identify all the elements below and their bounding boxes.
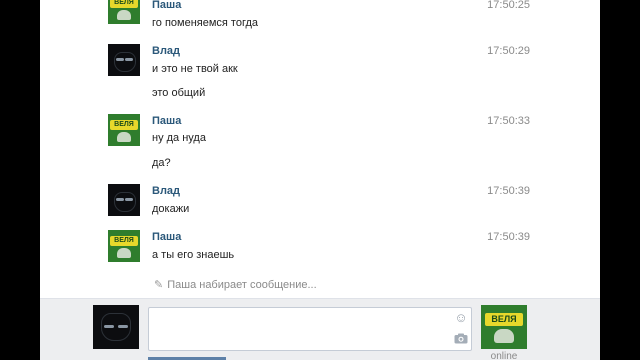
- message-input[interactable]: [148, 307, 472, 351]
- avatar-face: [494, 329, 514, 343]
- camera-glyph: [454, 333, 468, 344]
- pencil-icon: ✎: [154, 279, 164, 291]
- avatar-eye: [125, 198, 133, 201]
- typing-indicator: ✎ Паша набирает сообщение...: [154, 278, 317, 291]
- avatar-eye: [104, 325, 114, 328]
- avatar-logo: ВЕЛЯ: [485, 313, 523, 326]
- message-text: го поменяемся тогда: [152, 17, 259, 29]
- avatar-vlad[interactable]: [108, 44, 140, 76]
- message-author[interactable]: Влад: [152, 45, 180, 57]
- my-avatar[interactable]: [93, 305, 139, 349]
- message-list: ВЕЛЯ Паша 17:50:25 го поменяемся тогда В…: [40, 0, 600, 300]
- message-author[interactable]: Паша: [152, 115, 181, 127]
- message-text: это общий: [152, 87, 206, 99]
- message-text: и это не твой акк: [152, 63, 238, 75]
- message-text: докажи: [152, 203, 190, 215]
- message-time: 17:50:39: [487, 231, 530, 243]
- avatar-face: [117, 132, 131, 142]
- message-composer: ☺ ВЕЛЯ online: [40, 298, 600, 360]
- avatar-eye: [116, 58, 124, 61]
- avatar-logo: ВЕЛЯ: [110, 0, 138, 8]
- message-text: а ты его знаешь: [152, 249, 235, 261]
- avatar-pasha[interactable]: ВЕЛЯ: [108, 230, 140, 262]
- avatar-pasha[interactable]: ВЕЛЯ: [108, 0, 140, 24]
- avatar-logo: ВЕЛЯ: [110, 236, 138, 246]
- camera-icon[interactable]: [453, 333, 469, 347]
- online-status: online: [490, 351, 518, 360]
- message-time: 17:50:29: [487, 45, 530, 57]
- message-time: 17:50:33: [487, 115, 530, 127]
- avatar-face: [117, 10, 131, 20]
- message-time: 17:50:25: [487, 0, 530, 11]
- avatar-vlad[interactable]: [108, 184, 140, 216]
- friend-avatar[interactable]: ВЕЛЯ: [481, 305, 527, 349]
- message-author[interactable]: Паша: [152, 231, 181, 243]
- message-text: ну да нуда: [152, 132, 206, 144]
- avatar-visor: [114, 192, 136, 212]
- avatar-eye: [125, 58, 133, 61]
- avatar-logo: ВЕЛЯ: [110, 120, 138, 130]
- message-time: 17:50:39: [487, 185, 530, 197]
- avatar-eye: [118, 325, 128, 328]
- message-author[interactable]: Паша: [152, 0, 181, 11]
- chat-window: ВЕЛЯ Паша 17:50:25 го поменяемся тогда В…: [40, 0, 600, 360]
- message-text: да?: [152, 157, 171, 169]
- avatar-eye: [116, 198, 124, 201]
- message-author[interactable]: Влад: [152, 185, 180, 197]
- avatar-visor: [114, 52, 136, 72]
- typing-indicator-text: Паша набирает сообщение...: [167, 279, 317, 291]
- avatar-face: [117, 248, 131, 258]
- avatar-pasha[interactable]: ВЕЛЯ: [108, 114, 140, 146]
- smile-icon[interactable]: ☺: [453, 311, 469, 325]
